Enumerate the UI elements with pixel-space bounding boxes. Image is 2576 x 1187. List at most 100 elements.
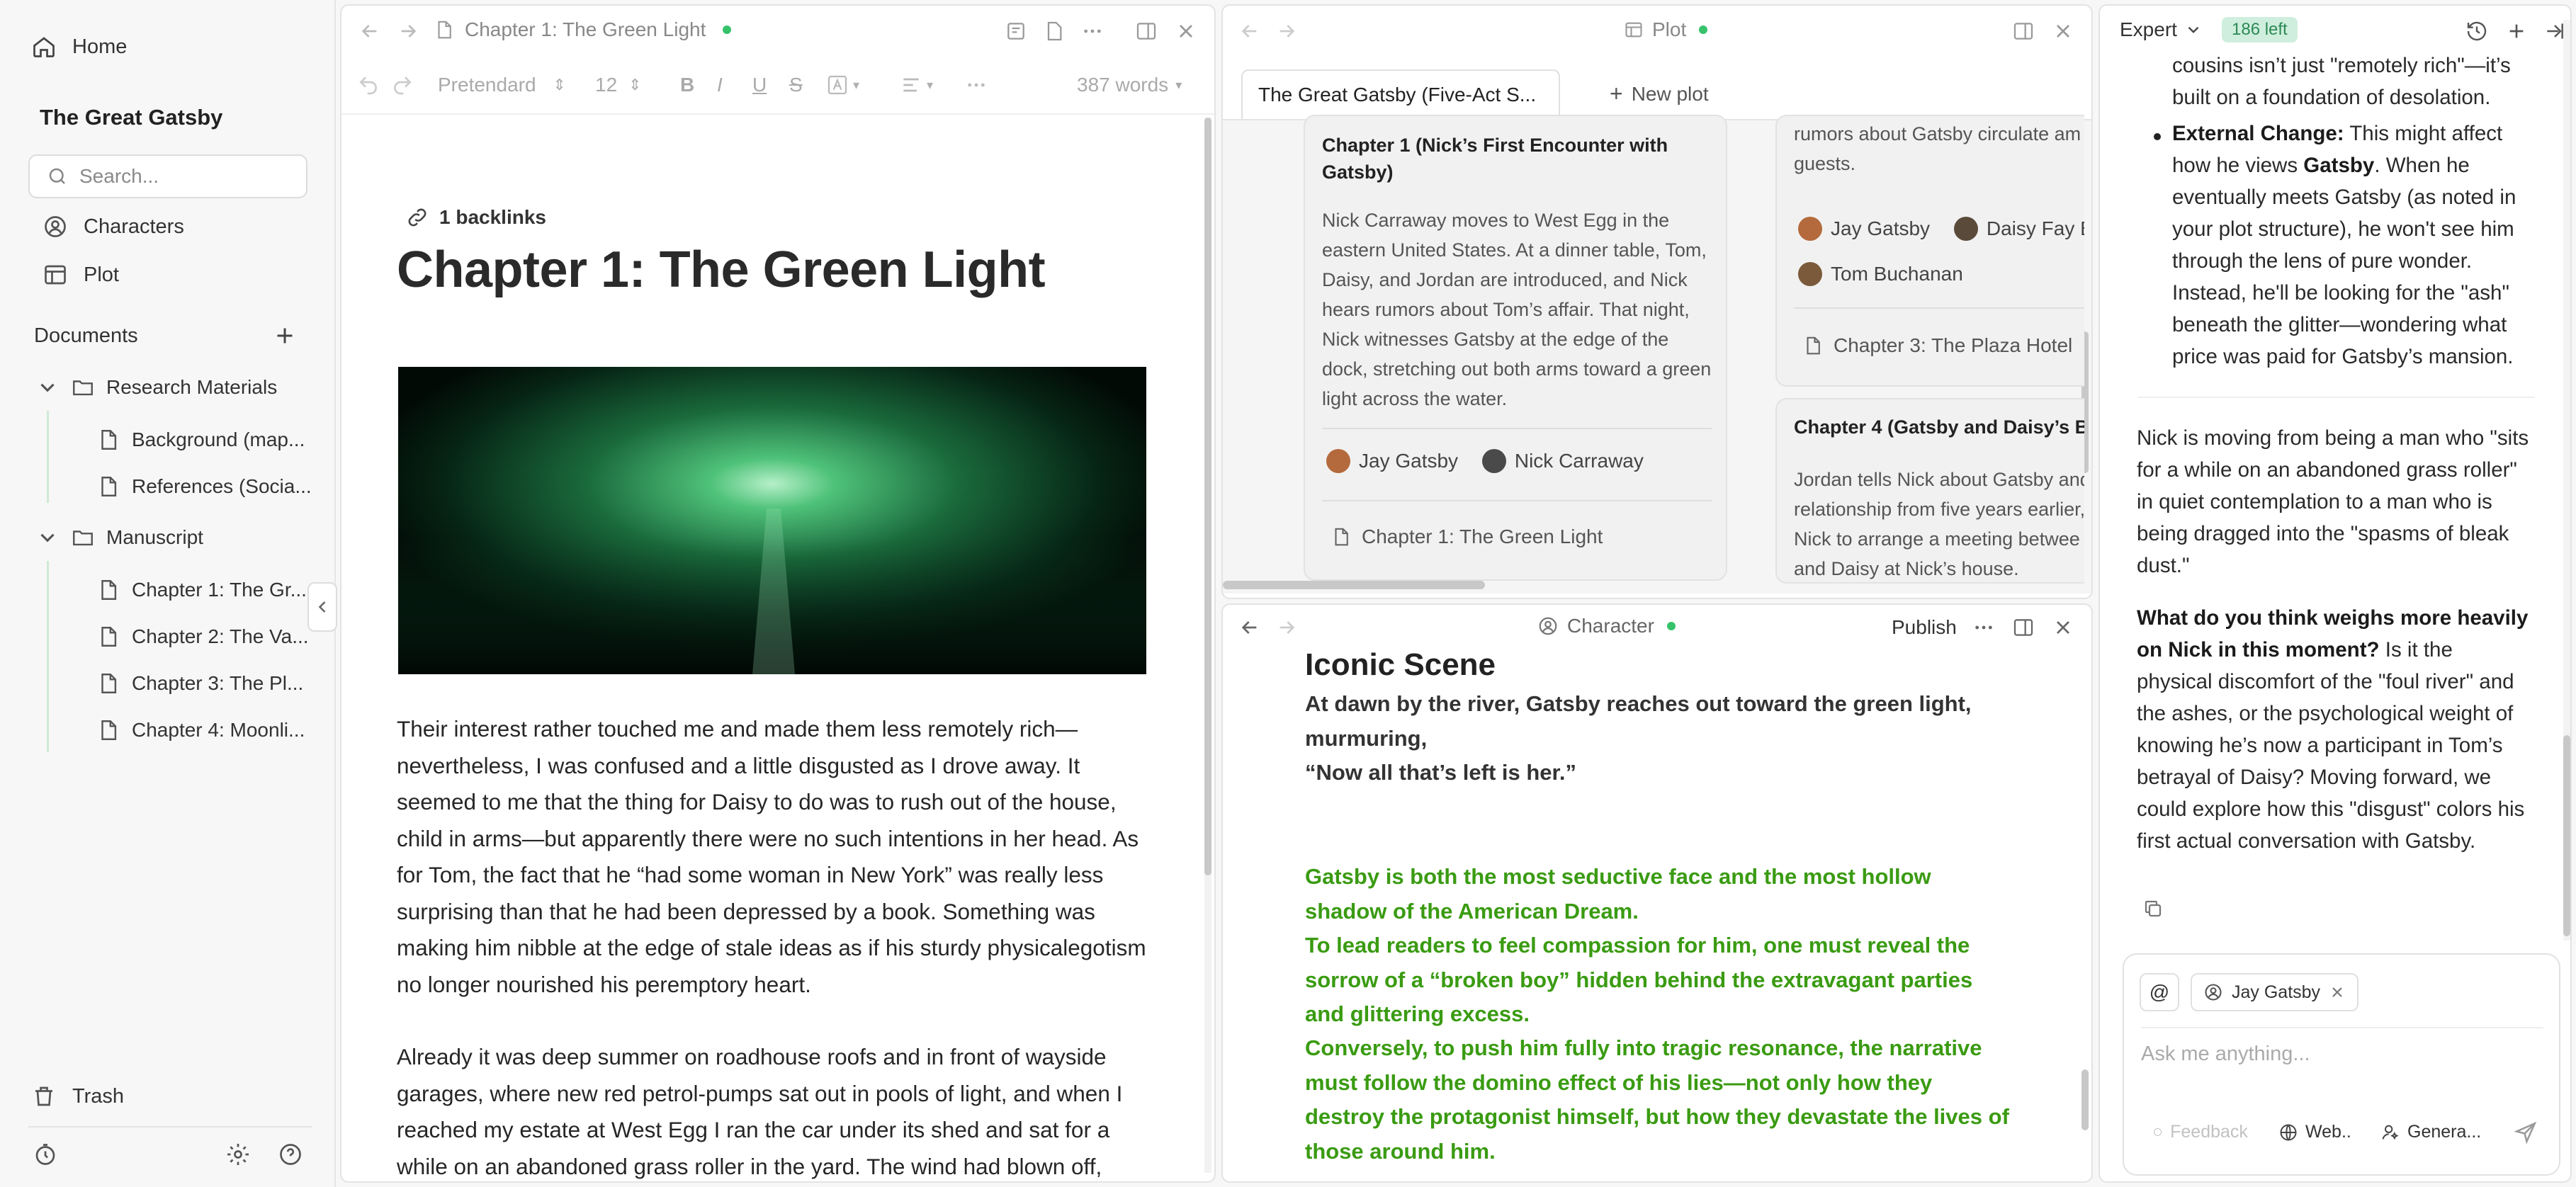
- document-item-chapter-1[interactable]: Chapter 1: The Gr...: [96, 578, 307, 602]
- document-item-references[interactable]: References (Socia...: [96, 475, 312, 499]
- word-count[interactable]: 387 words ▾: [1077, 74, 1182, 96]
- tree-guide: [47, 411, 49, 503]
- italic-icon[interactable]: I: [717, 74, 723, 96]
- forward-arrow-icon[interactable]: [1275, 616, 1298, 639]
- page-icon[interactable]: [1043, 20, 1066, 42]
- card-body-line: and Daisy at Nick’s house.: [1794, 558, 2019, 579]
- add-document-icon[interactable]: [272, 323, 298, 348]
- timer-icon[interactable]: [33, 1142, 58, 1167]
- chat-input[interactable]: Ask me anything...: [2141, 1043, 2310, 1066]
- character-chip[interactable]: Jay Gatsby: [1798, 217, 1930, 241]
- sidebar-home[interactable]: Home: [31, 34, 127, 59]
- outline-icon[interactable]: [1005, 20, 1027, 42]
- web-search-button[interactable]: Web..: [2278, 1122, 2351, 1142]
- card-title: Chapter 4 (Gatsby and Daisy’s Ba: [1794, 416, 2084, 438]
- divider: [1322, 428, 1712, 429]
- card-characters: Jay Gatsby Nick Carraway: [1326, 449, 1662, 478]
- folder-icon: [71, 526, 95, 550]
- split-view-icon[interactable]: [2012, 616, 2035, 639]
- trash-icon: [31, 1084, 57, 1109]
- remove-chip-icon[interactable]: [2329, 984, 2346, 1001]
- align-icon[interactable]: ▾: [900, 74, 933, 96]
- bullet-label: External Change:: [2172, 122, 2344, 145]
- chat-input-box: @ Jay Gatsby Ask me anything... ○ Feedbac…: [2123, 953, 2560, 1176]
- more-options-icon[interactable]: [1972, 616, 1995, 639]
- card-linked-document[interactable]: Chapter 3: The Plaza Hotel: [1802, 334, 2072, 357]
- forward-arrow-icon[interactable]: [397, 20, 419, 42]
- plot-horizontal-scrollbar[interactable]: [1223, 581, 1485, 589]
- search-input[interactable]: Search...: [79, 165, 159, 188]
- character-chip[interactable]: Daisy Fay Bu: [1953, 217, 2084, 241]
- plot-card-chapter-1[interactable]: Chapter 1 (Nick’s First Encounter with G…: [1304, 115, 1727, 581]
- font-family-select[interactable]: Pretendard ⇕: [438, 74, 566, 96]
- lightbulb-icon: ○: [2152, 1122, 2164, 1142]
- back-arrow-icon[interactable]: [1238, 20, 1261, 42]
- document-item-chapter-2[interactable]: Chapter 2: The Va...: [96, 625, 309, 649]
- saved-status-dot: [723, 25, 732, 34]
- section-heading: Iconic Scene: [1305, 647, 1496, 682]
- split-view-icon[interactable]: [2012, 20, 2035, 42]
- editor-scrollbar-thumb[interactable]: [1204, 118, 1211, 875]
- plot-card-chapter-3[interactable]: rumors about Gatsby circulate am guests.…: [1775, 115, 2084, 387]
- split-view-icon[interactable]: [1135, 20, 1158, 42]
- new-plot-button[interactable]: + New plot: [1610, 81, 1709, 107]
- folder-research-materials[interactable]: Research Materials: [35, 375, 277, 399]
- home-label: Home: [72, 35, 128, 58]
- document-label: Chapter 4: Moonli...: [132, 719, 305, 741]
- web-label: Web..: [2305, 1122, 2351, 1142]
- editor-tab-title: Chapter 1: The Green Light: [434, 18, 732, 41]
- font-size-select[interactable]: 12 ⇕: [595, 74, 642, 96]
- user-circle-icon: [43, 214, 68, 239]
- more-options-icon[interactable]: [1081, 20, 1104, 42]
- copy-icon[interactable]: [2142, 898, 2164, 919]
- back-arrow-icon[interactable]: [358, 20, 381, 42]
- document-label: Background (map...: [132, 428, 305, 450]
- chat-scrollbar-thumb[interactable]: [2563, 735, 2570, 936]
- backlinks-link[interactable]: 1 backlinks: [405, 205, 546, 229]
- back-arrow-icon[interactable]: [1238, 616, 1261, 639]
- undo-icon[interactable]: [357, 74, 380, 96]
- character-scrollbar-thumb[interactable]: [2081, 1069, 2089, 1130]
- tab-five-act-structure[interactable]: The Great Gatsby (Five-Act S...: [1241, 69, 1560, 119]
- redo-icon[interactable]: [391, 74, 414, 96]
- card-linked-document[interactable]: Chapter 1: The Green Light: [1331, 526, 1603, 548]
- mention-chip[interactable]: Jay Gatsby: [2191, 973, 2359, 1011]
- document-item-chapter-3[interactable]: Chapter 3: The Pl...: [96, 671, 303, 695]
- help-icon[interactable]: [278, 1142, 303, 1167]
- plot-card-chapter-4[interactable]: Chapter 4 (Gatsby and Daisy’s Ba Jordan …: [1775, 398, 2084, 584]
- strikethrough-icon[interactable]: S: [789, 74, 803, 96]
- feedback-button[interactable]: ○ Feedback: [2152, 1122, 2248, 1142]
- folder-manuscript[interactable]: Manuscript: [35, 526, 203, 550]
- card-body: guests.: [1794, 153, 1856, 174]
- sidebar-item-plot[interactable]: Plot: [43, 262, 119, 288]
- document-item-chapter-4[interactable]: Chapter 4: Moonli...: [96, 718, 305, 742]
- document-heading: Chapter 1: The Green Light: [397, 242, 1046, 298]
- document-item-background[interactable]: Background (map...: [96, 428, 305, 452]
- sidebar-item-trash[interactable]: Trash: [31, 1084, 124, 1109]
- text-color-icon[interactable]: ▾: [826, 74, 859, 96]
- character-chip[interactable]: Tom Buchanan: [1798, 262, 1963, 286]
- more-format-icon[interactable]: [965, 74, 988, 96]
- collapse-sidebar-button[interactable]: [307, 582, 337, 632]
- gear-icon[interactable]: [225, 1142, 251, 1167]
- publish-button[interactable]: Publish: [1892, 616, 1957, 639]
- send-icon[interactable]: [2514, 1120, 2538, 1145]
- forward-arrow-icon[interactable]: [1275, 20, 1298, 42]
- sidebar-item-characters[interactable]: Characters: [43, 214, 184, 239]
- mode-select[interactable]: Expert: [2120, 18, 2203, 41]
- updown-icon: ⇕: [553, 76, 566, 93]
- close-icon[interactable]: [2052, 20, 2074, 42]
- close-icon[interactable]: [2052, 616, 2074, 639]
- mention-button[interactable]: @: [2140, 973, 2179, 1011]
- card-body: Nick Carraway moves to West Egg in the e…: [1322, 210, 1712, 409]
- search-box[interactable]: Search...: [28, 154, 307, 198]
- underline-icon[interactable]: U: [752, 74, 767, 96]
- bold-icon[interactable]: B: [680, 74, 694, 96]
- history-icon[interactable]: [2465, 20, 2488, 42]
- generate-button[interactable]: Genera...: [2380, 1122, 2481, 1142]
- close-icon[interactable]: [1175, 20, 1197, 42]
- character-chip[interactable]: Nick Carraway: [1481, 449, 1644, 473]
- tree-guide: [47, 561, 49, 752]
- character-chip[interactable]: Jay Gatsby: [1326, 449, 1458, 473]
- new-chat-icon[interactable]: [2505, 20, 2528, 42]
